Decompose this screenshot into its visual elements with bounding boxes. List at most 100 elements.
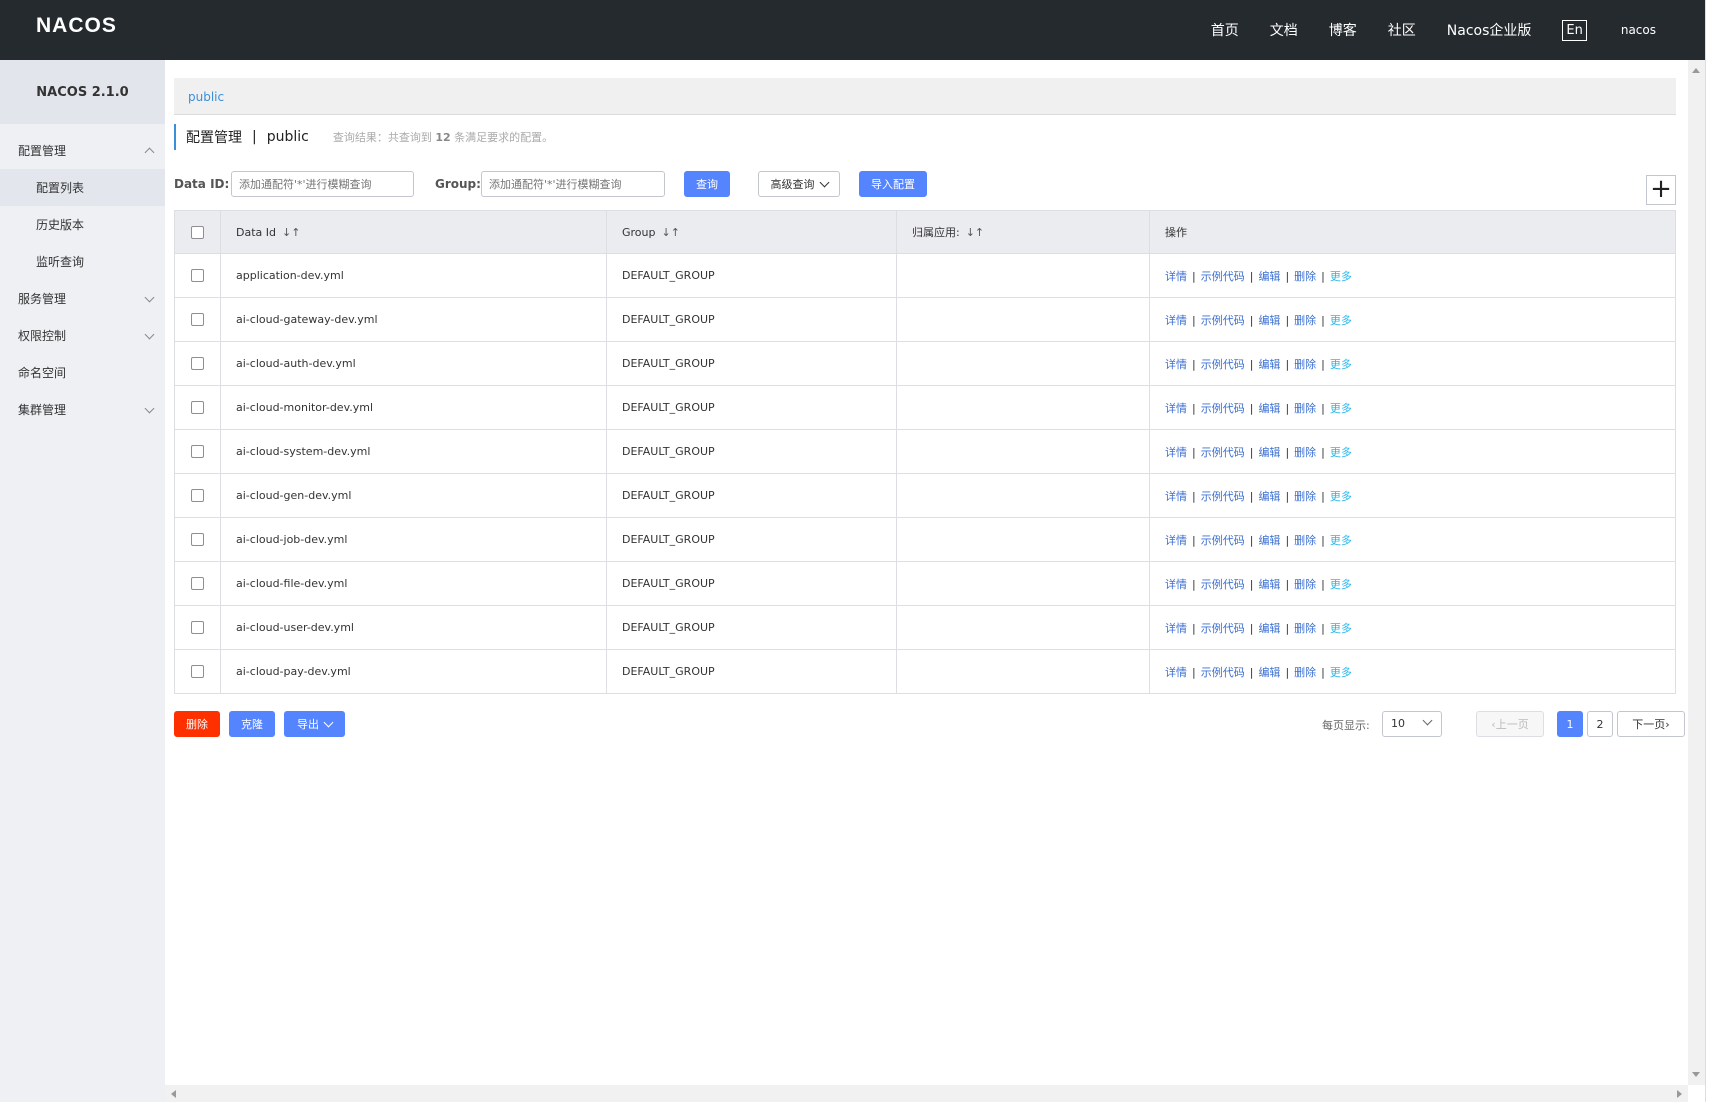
namespace-tab-public[interactable]: public	[188, 90, 224, 104]
row-checkbox[interactable]	[191, 313, 204, 327]
delete-link[interactable]: 删除	[1294, 622, 1316, 635]
row-checkbox[interactable]	[191, 269, 204, 283]
edit-link[interactable]: 编辑	[1258, 534, 1280, 547]
delete-link[interactable]: 删除	[1294, 534, 1316, 547]
sidebar-item-config-list[interactable]: 配置列表	[0, 169, 165, 206]
edit-link[interactable]: 编辑	[1258, 402, 1280, 415]
more-link[interactable]: 更多	[1330, 358, 1352, 371]
more-link[interactable]: 更多	[1330, 270, 1352, 283]
edit-link[interactable]: 编辑	[1258, 666, 1280, 679]
more-link[interactable]: 更多	[1330, 666, 1352, 679]
import-config-button[interactable]: 导入配置	[859, 171, 927, 197]
more-link[interactable]: 更多	[1330, 534, 1352, 547]
delete-link[interactable]: 删除	[1294, 270, 1316, 283]
sidebar-item-history[interactable]: 历史版本	[0, 206, 165, 243]
nacos-logo[interactable]: NACOS	[36, 14, 117, 38]
edit-link[interactable]: 编辑	[1258, 314, 1280, 327]
detail-link[interactable]: 详情	[1165, 314, 1187, 327]
sidebar-item-access-control[interactable]: 权限控制	[0, 317, 165, 354]
scroll-left-icon[interactable]	[171, 1090, 176, 1098]
delete-link[interactable]: 删除	[1294, 578, 1316, 591]
detail-link[interactable]: 详情	[1165, 270, 1187, 283]
vertical-scrollbar[interactable]	[1688, 60, 1705, 1085]
row-checkbox[interactable]	[191, 401, 204, 415]
scroll-up-icon[interactable]	[1692, 68, 1700, 73]
scroll-right-icon[interactable]	[1677, 1090, 1682, 1098]
sample-code-link[interactable]: 示例代码	[1201, 270, 1245, 283]
nav-blog[interactable]: 博客	[1329, 20, 1357, 40]
sample-code-link[interactable]: 示例代码	[1201, 534, 1245, 547]
sidebar-item-service-management[interactable]: 服务管理	[0, 280, 165, 317]
row-checkbox[interactable]	[191, 533, 204, 547]
detail-link[interactable]: 详情	[1165, 578, 1187, 591]
edit-link[interactable]: 编辑	[1258, 446, 1280, 459]
sidebar-item-cluster-management[interactable]: 集群管理	[0, 391, 165, 428]
sort-icon[interactable]: ↓↑	[282, 226, 300, 239]
sidebar-item-listener-query[interactable]: 监听查询	[0, 243, 165, 280]
delete-link[interactable]: 删除	[1294, 446, 1316, 459]
detail-link[interactable]: 详情	[1165, 402, 1187, 415]
row-checkbox[interactable]	[191, 357, 204, 371]
nav-community[interactable]: 社区	[1388, 20, 1416, 40]
group-input[interactable]	[481, 171, 665, 197]
sample-code-link[interactable]: 示例代码	[1201, 358, 1245, 371]
scroll-down-icon[interactable]	[1692, 1072, 1700, 1077]
detail-link[interactable]: 详情	[1165, 490, 1187, 503]
page-size-select[interactable]: 10	[1382, 711, 1442, 737]
edit-link[interactable]: 编辑	[1258, 270, 1280, 283]
export-button[interactable]: 导出	[284, 711, 345, 737]
query-button[interactable]: 查询	[684, 171, 730, 197]
detail-link[interactable]: 详情	[1165, 666, 1187, 679]
page-2-button[interactable]: 2	[1587, 711, 1613, 737]
more-link[interactable]: 更多	[1330, 446, 1352, 459]
batch-delete-button[interactable]: 删除	[174, 711, 220, 737]
row-checkbox[interactable]	[191, 621, 204, 635]
header-group[interactable]: Group ↓↑	[606, 210, 897, 254]
sample-code-link[interactable]: 示例代码	[1201, 402, 1245, 415]
more-link[interactable]: 更多	[1330, 314, 1352, 327]
add-config-button[interactable]: +	[1646, 175, 1676, 205]
row-checkbox[interactable]	[191, 445, 204, 459]
advanced-query-button[interactable]: 高级查询	[758, 171, 840, 197]
header-app[interactable]: 归属应用: ↓↑	[896, 210, 1150, 254]
detail-link[interactable]: 详情	[1165, 534, 1187, 547]
user-menu[interactable]: nacos	[1621, 23, 1656, 37]
nav-docs[interactable]: 文档	[1270, 20, 1298, 40]
delete-link[interactable]: 删除	[1294, 490, 1316, 503]
horizontal-scrollbar[interactable]	[165, 1085, 1688, 1102]
row-checkbox[interactable]	[191, 489, 204, 503]
sample-code-link[interactable]: 示例代码	[1201, 314, 1245, 327]
sample-code-link[interactable]: 示例代码	[1201, 446, 1245, 459]
delete-link[interactable]: 删除	[1294, 314, 1316, 327]
header-data-id[interactable]: Data Id ↓↑	[220, 210, 607, 254]
nav-enterprise[interactable]: Nacos企业版	[1447, 20, 1532, 40]
data-id-input[interactable]	[231, 171, 414, 197]
more-link[interactable]: 更多	[1330, 622, 1352, 635]
edit-link[interactable]: 编辑	[1258, 578, 1280, 591]
more-link[interactable]: 更多	[1330, 402, 1352, 415]
next-page-button[interactable]: 下一页 ›	[1617, 711, 1685, 737]
sidebar-item-config-management[interactable]: 配置管理	[0, 132, 165, 169]
sample-code-link[interactable]: 示例代码	[1201, 622, 1245, 635]
select-all-checkbox[interactable]	[191, 225, 204, 239]
language-toggle[interactable]: En	[1562, 19, 1587, 41]
sidebar-item-namespace[interactable]: 命名空间	[0, 354, 165, 391]
prev-page-button[interactable]: ‹ 上一页	[1476, 711, 1544, 737]
sample-code-link[interactable]: 示例代码	[1201, 490, 1245, 503]
sample-code-link[interactable]: 示例代码	[1201, 666, 1245, 679]
more-link[interactable]: 更多	[1330, 490, 1352, 503]
delete-link[interactable]: 删除	[1294, 402, 1316, 415]
detail-link[interactable]: 详情	[1165, 358, 1187, 371]
sort-icon[interactable]: ↓↑	[966, 226, 984, 239]
delete-link[interactable]: 删除	[1294, 666, 1316, 679]
delete-link[interactable]: 删除	[1294, 358, 1316, 371]
more-link[interactable]: 更多	[1330, 578, 1352, 591]
page-1-button[interactable]: 1	[1557, 711, 1583, 737]
detail-link[interactable]: 详情	[1165, 446, 1187, 459]
edit-link[interactable]: 编辑	[1258, 622, 1280, 635]
detail-link[interactable]: 详情	[1165, 622, 1187, 635]
edit-link[interactable]: 编辑	[1258, 358, 1280, 371]
edit-link[interactable]: 编辑	[1258, 490, 1280, 503]
clone-button[interactable]: 克隆	[229, 711, 275, 737]
row-checkbox[interactable]	[191, 577, 204, 591]
